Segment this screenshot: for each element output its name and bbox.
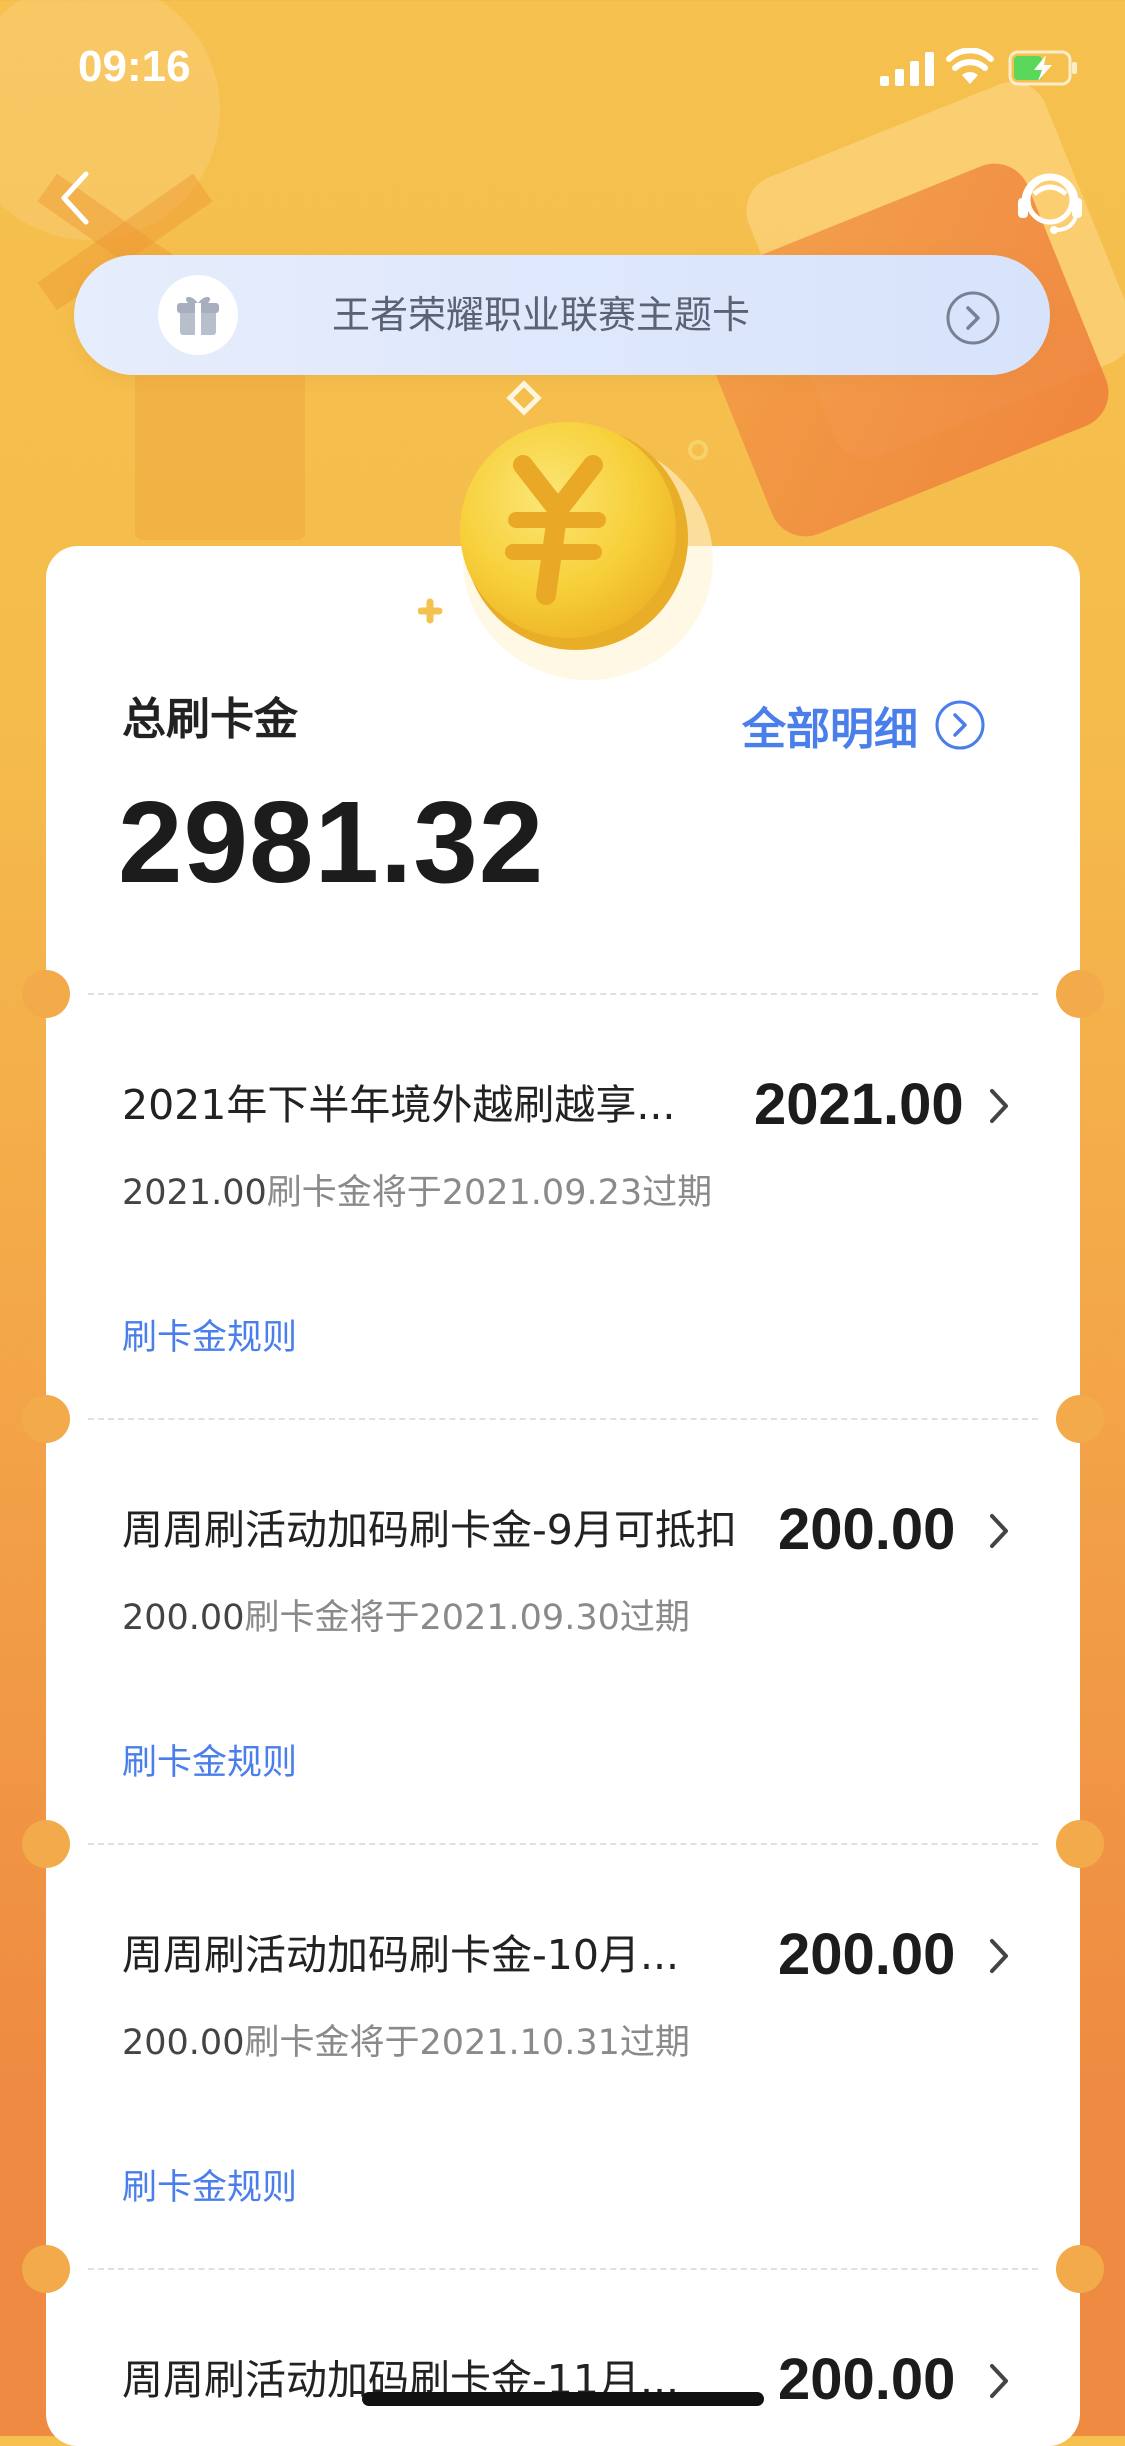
expiry-text: 刷卡金将于2021.10.31过期: [244, 2023, 690, 2063]
item-title[interactable]: 2021年下半年境外越刷越享...: [122, 1075, 675, 1135]
total-amount: 2981.32: [118, 777, 545, 907]
chevron-right-icon[interactable]: [986, 1510, 1012, 1552]
rule-link[interactable]: 刷卡金规则: [122, 2163, 297, 2213]
card-notch: [22, 2245, 70, 2293]
card-notch: [22, 970, 70, 1018]
gift-icon: [158, 275, 238, 355]
customer-service-icon[interactable]: [1010, 160, 1090, 240]
expiry-text: 刷卡金将于2021.09.23过期: [266, 1173, 713, 1213]
card-notch: [1056, 2245, 1104, 2293]
item-expiry: 2021.00刷卡金将于2021.09.23过期: [122, 1168, 712, 1218]
item-amount[interactable]: 200.00: [778, 1920, 955, 1990]
back-button[interactable]: [46, 160, 106, 236]
banner-title[interactable]: 王者荣耀职业联赛主题卡: [332, 285, 750, 345]
signal-icon: [880, 52, 934, 86]
background-decoration: [135, 360, 305, 540]
all-details-link[interactable]: 全部明细: [742, 690, 986, 760]
expiry-amount: 2021.00: [122, 1173, 267, 1213]
item-expiry: 200.00刷卡金将于2021.09.30过期: [122, 1593, 690, 1643]
card-notch: [22, 1820, 70, 1868]
chevron-right-icon[interactable]: [986, 1935, 1012, 1977]
status-bar: 09:16: [0, 0, 1125, 140]
item-title[interactable]: 周周刷活动加码刷卡金-10月...: [122, 1925, 679, 1985]
circle-arrow-right-icon[interactable]: [934, 699, 986, 751]
rule-link[interactable]: 刷卡金规则: [122, 1738, 297, 1788]
divider: [88, 1418, 1038, 1420]
rule-link[interactable]: 刷卡金规则: [122, 1313, 297, 1363]
expiry-amount: 200.00: [122, 1598, 245, 1638]
divider: [88, 2268, 1038, 2270]
divider: [88, 993, 1038, 995]
total-label: 总刷卡金: [122, 694, 298, 745]
circle-arrow-right-icon[interactable]: [945, 290, 1001, 346]
status-time: 09:16: [78, 42, 191, 91]
home-indicator[interactable]: [362, 2392, 764, 2406]
wifi-icon: [946, 48, 994, 84]
item-expiry: 200.00刷卡金将于2021.10.31过期: [122, 2018, 690, 2068]
item-amount[interactable]: 200.00: [778, 1495, 955, 1565]
item-amount[interactable]: 200.00: [778, 2345, 955, 2415]
item-amount[interactable]: 2021.00: [754, 1070, 964, 1140]
battery-icon: [1008, 50, 1077, 86]
yuan-coin-icon: [418, 380, 713, 680]
chevron-right-icon[interactable]: [986, 2360, 1012, 2402]
card-notch: [22, 1395, 70, 1443]
item-title[interactable]: 周周刷活动加码刷卡金-9月可抵扣: [122, 1500, 737, 1560]
chevron-right-icon[interactable]: [986, 1085, 1012, 1127]
card-notch: [1056, 970, 1104, 1018]
expiry-amount: 200.00: [122, 2023, 245, 2063]
card-notch: [1056, 1820, 1104, 1868]
all-details-label[interactable]: 全部明细: [742, 693, 918, 757]
expiry-text: 刷卡金将于2021.09.30过期: [244, 1598, 690, 1638]
divider: [88, 1843, 1038, 1845]
card-notch: [1056, 1395, 1104, 1443]
